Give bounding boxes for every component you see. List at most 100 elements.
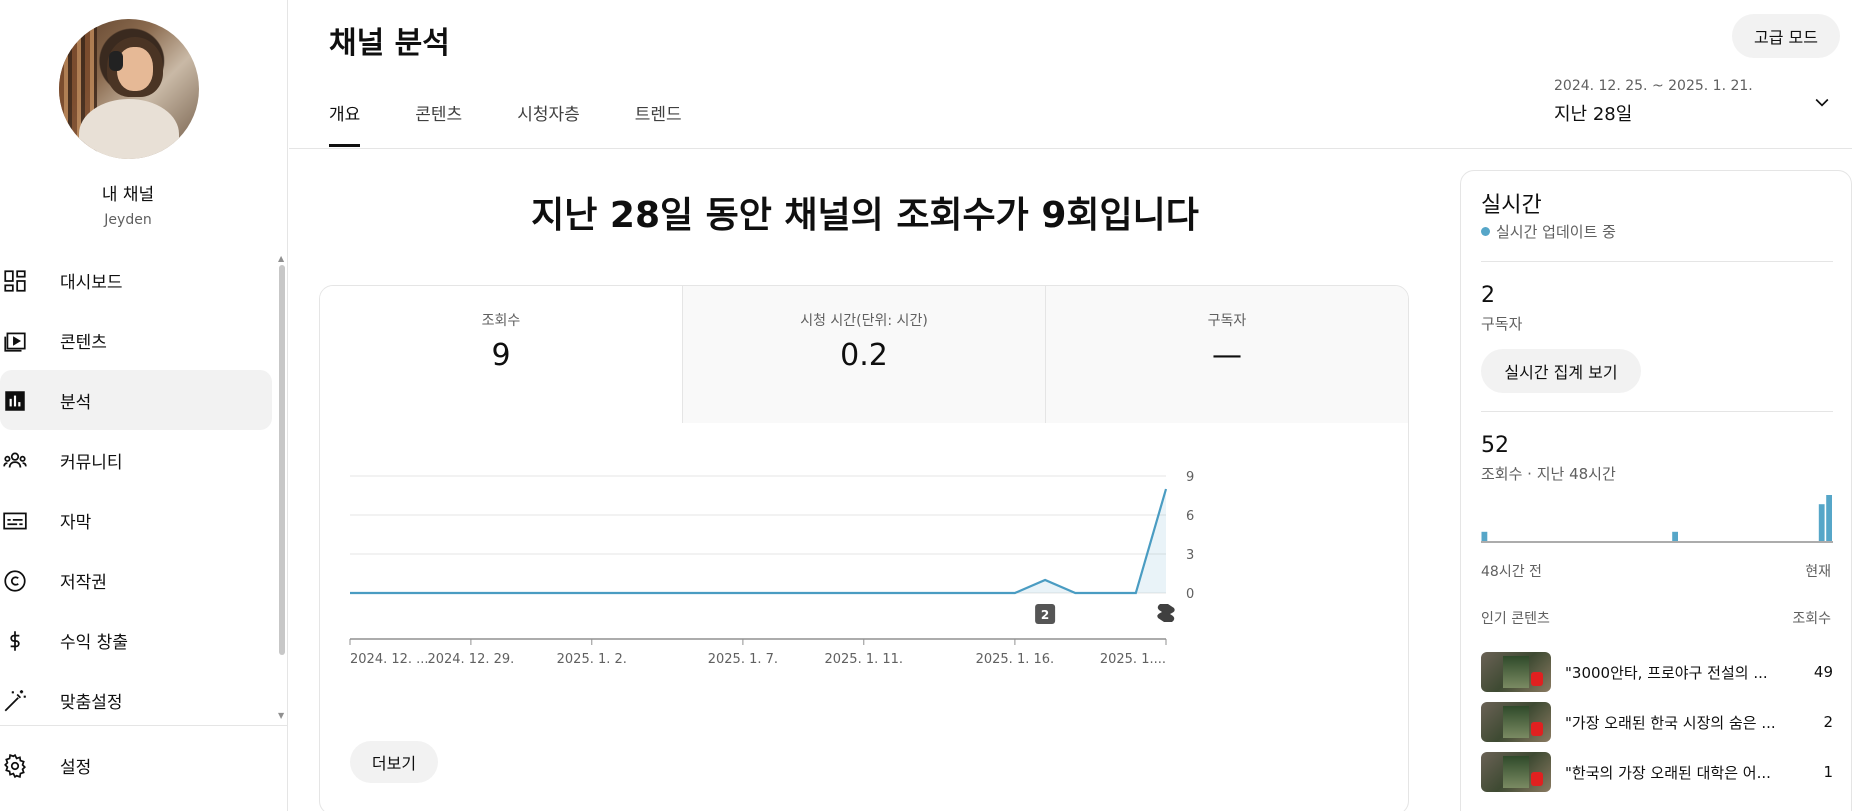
sidebar-item-label: 대시보드 xyxy=(60,272,123,293)
channel-avatar[interactable] xyxy=(59,19,199,159)
event-marker-label: 2 xyxy=(1041,608,1049,622)
sidebar-item-label: 수익 창출 xyxy=(60,632,128,653)
realtime-bar-chart[interactable] xyxy=(1481,491,1833,551)
sidebar-item-label: 맞춤설정 xyxy=(60,692,123,713)
channel-name[interactable]: 내 채널 xyxy=(0,180,256,205)
video-thumbnail xyxy=(1481,752,1551,792)
see-more-button[interactable]: 더보기 xyxy=(350,741,438,783)
realtime-title: 실시간 xyxy=(1481,193,1542,218)
customization-icon xyxy=(4,690,26,712)
y-tick-label: 9 xyxy=(1186,470,1194,485)
sidebar-item-label: 커뮤니티 xyxy=(60,452,123,473)
realtime-count-button[interactable]: 실시간 집계 보기 xyxy=(1481,349,1641,393)
content-icon xyxy=(4,332,26,352)
sidebar-item-content[interactable]: 콘텐츠 xyxy=(0,310,272,370)
sidebar-item-community[interactable]: 커뮤니티 xyxy=(0,430,272,490)
realtime-axis-end: 현재 xyxy=(1805,564,1831,580)
tab-audience[interactable]: 시청자층 xyxy=(517,100,580,148)
sidebar: 내 채널 Jeyden 대시보드 콘텐츠 분석 커뮤니티 자막 저작권 수익 창… xyxy=(0,0,288,811)
subtitles-icon xyxy=(3,512,27,530)
metric-label: 구독자 xyxy=(1207,313,1247,329)
x-tick-label: 2024. 12. ... xyxy=(350,652,429,667)
shorts-icon xyxy=(1531,672,1543,686)
sidebar-item-settings[interactable]: 설정 xyxy=(0,735,272,795)
sidebar-item-analytics[interactable]: 분석 xyxy=(0,370,272,430)
dashboard-icon xyxy=(4,270,26,292)
popular-item-title: "가장 오래된 한국 시장의 숨은 ... xyxy=(1565,713,1776,732)
overview-card: 조회수 9 시청 시간(단위: 시간) 0.2 구독자 — 0 3 6 9 2024. … xyxy=(319,285,1409,811)
metric-subscribers[interactable]: 구독자 — xyxy=(1045,286,1408,423)
popular-item-views: 2 xyxy=(1823,713,1833,731)
realtime-views-count: 52 xyxy=(1481,433,1509,458)
x-tick-label: 2025. 1. 2. xyxy=(557,652,627,667)
metric-views[interactable]: 조회수 9 xyxy=(320,286,682,423)
realtime-bar xyxy=(1672,531,1678,541)
sidebar-item-copyright[interactable]: 저작권 xyxy=(0,550,272,610)
metric-value: 9 xyxy=(491,338,511,373)
x-tick-label: 2025. 1.... xyxy=(1100,652,1166,667)
channel-handle: Jeyden xyxy=(104,212,152,228)
realtime-bar xyxy=(1818,504,1825,541)
x-tick-label: 2025. 1. 7. xyxy=(708,652,778,667)
popular-item[interactable]: "가장 오래된 한국 시장의 숨은 ... 2 xyxy=(1481,701,1833,743)
analytics-tabs: 개요 콘텐츠 시청자층 트렌드 xyxy=(329,100,737,148)
scroll-down-arrow[interactable]: ▼ xyxy=(278,711,284,720)
y-tick-label: 3 xyxy=(1186,548,1194,563)
shorts-icon xyxy=(1531,772,1543,786)
realtime-bar xyxy=(1826,495,1832,541)
video-thumbnail xyxy=(1481,652,1551,692)
tab-content[interactable]: 콘텐츠 xyxy=(415,100,462,148)
popular-item[interactable]: "3000안타, 프로야구 전설의 ... 49 xyxy=(1481,651,1833,693)
date-range-text[interactable]: 2024. 12. 25. ~ 2025. 1. 21. xyxy=(1554,78,1753,94)
sidebar-item-label: 자막 xyxy=(60,512,92,533)
chevron-down-icon[interactable] xyxy=(1812,92,1832,112)
realtime-divider xyxy=(1481,411,1833,412)
copyright-icon xyxy=(4,570,26,592)
y-tick-label: 6 xyxy=(1186,509,1194,524)
gear-icon xyxy=(4,753,26,779)
sidebar-item-label: 설정 xyxy=(60,757,92,778)
series-line xyxy=(350,488,1168,595)
realtime-axis-start: 48시간 전 xyxy=(1481,564,1542,580)
realtime-views-label: 조회수 · 지난 48시간 xyxy=(1481,465,1616,483)
popular-item-views: 49 xyxy=(1813,663,1833,681)
popular-content-header: 인기 콘텐츠 xyxy=(1481,611,1550,627)
popular-item-title: "3000안타, 프로야구 전설의 ... xyxy=(1565,663,1768,682)
metric-watch-time[interactable]: 시청 시간(단위: 시간) 0.2 xyxy=(682,286,1045,423)
views-line-chart[interactable]: 0 3 6 9 2024. 12. ... 2024. 12. 29. 2025. 1. 2… xyxy=(320,446,1408,716)
sidebar-item-customization[interactable]: 맞춤설정 xyxy=(0,670,272,730)
advanced-mode-button[interactable]: 고급 모드 xyxy=(1732,14,1840,58)
realtime-bars-svg xyxy=(1481,495,1833,543)
page-title: 채널 분석 xyxy=(329,26,450,61)
x-tick-label: 2025. 1. 16. xyxy=(976,652,1055,667)
monetization-icon xyxy=(10,631,20,651)
metric-tabs: 조회수 9 시청 시간(단위: 시간) 0.2 구독자 — xyxy=(320,286,1408,423)
video-thumbnail xyxy=(1481,702,1551,742)
views-chart-svg: 0 3 6 9 2024. 12. ...2024. 12. 29. 2025. 1. 2… xyxy=(349,470,1194,667)
date-range-label[interactable]: 지난 28일 xyxy=(1554,100,1632,126)
sidebar-item-dashboard[interactable]: 대시보드 xyxy=(0,250,272,310)
sidebar-item-monetization[interactable]: 수익 창출 xyxy=(0,610,272,670)
analytics-icon xyxy=(5,391,25,411)
sidebar-scrollbar[interactable] xyxy=(279,265,285,655)
metric-label: 조회수 xyxy=(481,313,521,329)
sidebar-nav: 대시보드 콘텐츠 분석 커뮤니티 자막 저작권 수익 창출 맞춤설정 xyxy=(0,250,272,730)
shorts-icon xyxy=(1157,604,1175,622)
sidebar-item-label: 분석 xyxy=(60,392,92,413)
sidebar-divider xyxy=(0,725,288,726)
popular-item[interactable]: "한국의 가장 오래된 대학은 어... 1 xyxy=(1481,751,1833,793)
sidebar-item-subtitles[interactable]: 자막 xyxy=(0,490,272,550)
realtime-panel: 실시간 실시간 업데이트 중 2 구독자 실시간 집계 보기 52 조회수 · … xyxy=(1460,170,1852,811)
community-icon xyxy=(3,452,27,468)
header-divider xyxy=(289,148,1852,149)
realtime-divider xyxy=(1481,261,1833,262)
popular-views-header: 조회수 xyxy=(1792,611,1831,627)
y-tick-label: 0 xyxy=(1186,587,1194,602)
series-area xyxy=(350,489,1166,593)
realtime-status: 실시간 업데이트 중 xyxy=(1481,221,1616,242)
scroll-up-arrow[interactable]: ▲ xyxy=(278,254,284,263)
tab-overview[interactable]: 개요 xyxy=(329,100,361,148)
x-tick-label: 2024. 12. 29. xyxy=(427,652,514,667)
popular-item-views: 1 xyxy=(1823,763,1833,781)
tab-trends[interactable]: 트렌드 xyxy=(635,100,682,148)
